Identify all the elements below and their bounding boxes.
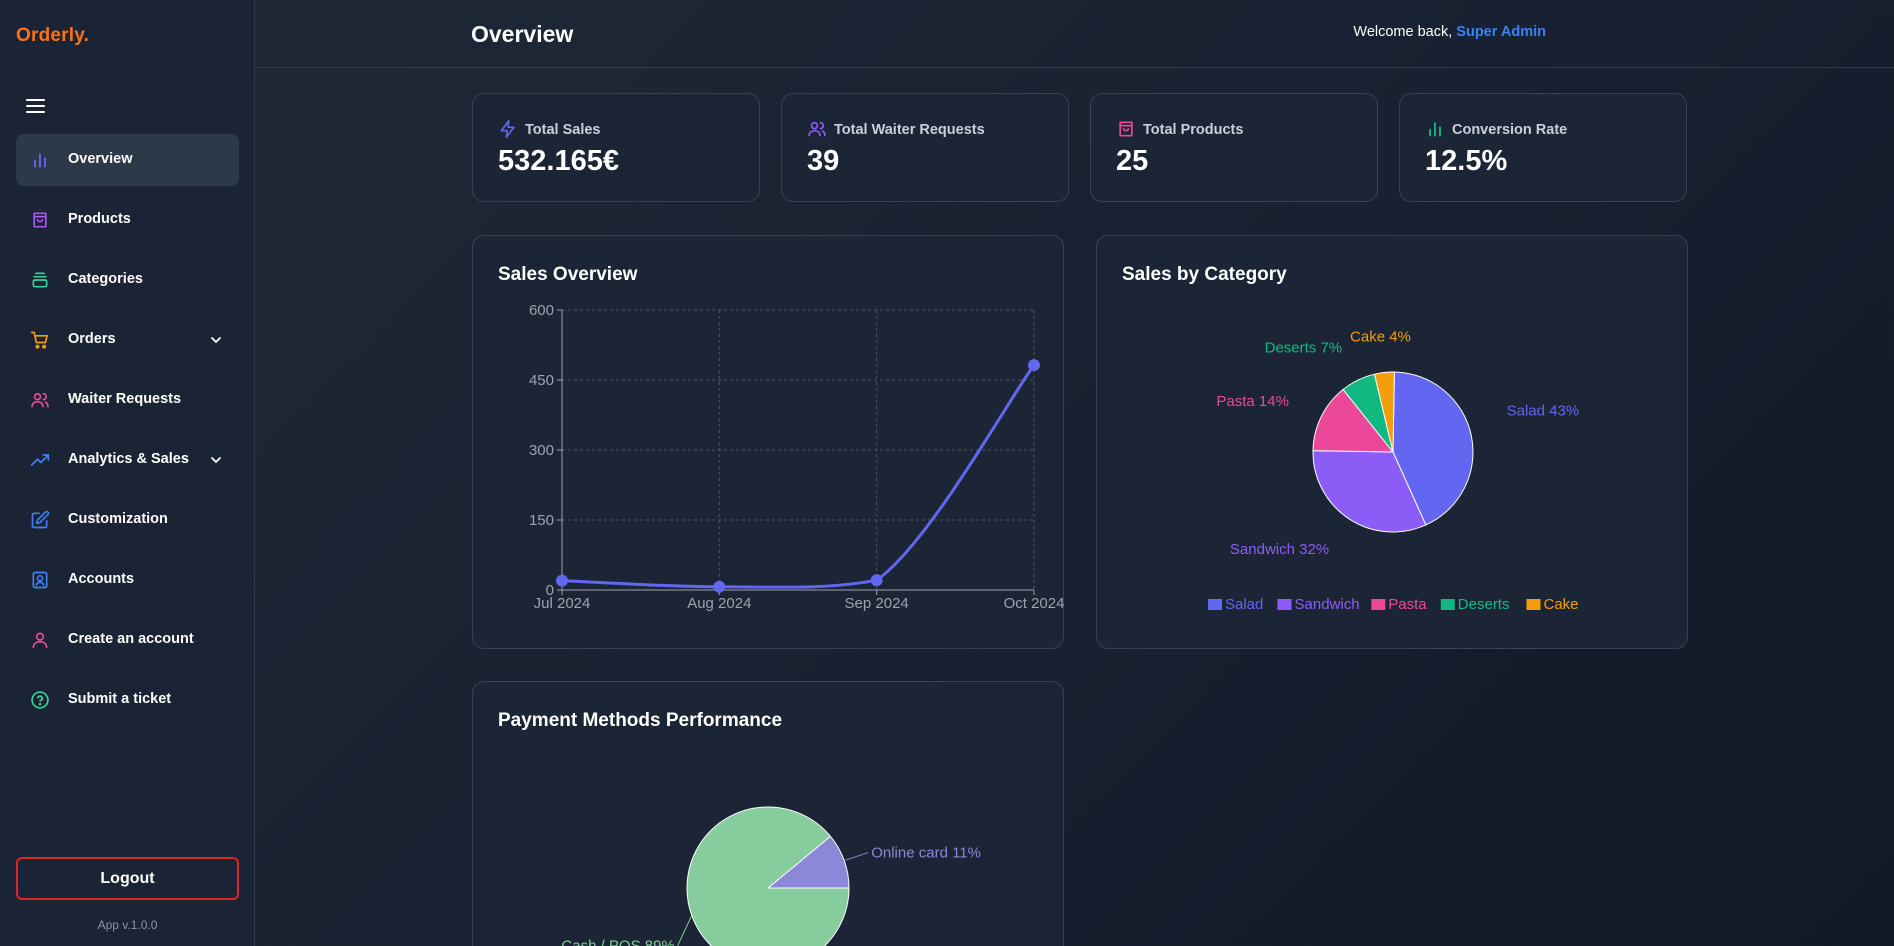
sales-by-category-pie-chart: Salad 43% Sandwich 32% Pasta 14% Deserts 7%… (1208, 329, 1580, 613)
data-point (713, 580, 726, 593)
sidebar: Orderly. Overview Products Categories Or… (0, 0, 255, 946)
legend-label: Cake (1544, 596, 1579, 613)
slice-leader-line (844, 852, 869, 862)
sales-by-category-panel: Sales by Category Salad 43% Sandwich 32% P… (1096, 235, 1688, 649)
slice-leader-line (677, 915, 693, 946)
series-line (561, 364, 1036, 589)
slice-label: Online card 11% (871, 845, 981, 862)
sidebar-item-label: Overview (68, 151, 133, 167)
sidebar-item-categories[interactable]: Categories (16, 254, 239, 306)
sales-overview-panel: Sales Overview 0 150 300 450 600 Jul 2024 Aug … (472, 235, 1064, 649)
sidebar-item-waiter-requests[interactable]: Waiter Requests (16, 374, 239, 426)
legend-swatch (1526, 599, 1541, 610)
legend-label: Pasta (1388, 596, 1427, 613)
stat-label: Total Waiter Requests (834, 122, 985, 138)
contact-icon (32, 571, 48, 589)
sidebar-item-label: Customization (68, 511, 168, 527)
x-tick-label: Aug 2024 (687, 595, 751, 612)
x-tick-label: Jul 2024 (534, 595, 591, 612)
users-icon (808, 121, 826, 137)
trending-up-icon (30, 454, 50, 466)
users-icon (31, 392, 49, 408)
app-logo[interactable]: Orderly. (16, 25, 89, 47)
x-tick-label: Oct 2024 (1004, 595, 1065, 612)
stat-value: 12.5% (1425, 145, 1508, 177)
legend-label: Deserts (1458, 596, 1510, 613)
stat-label: Conversion Rate (1452, 122, 1568, 138)
sidebar-item-label: Accounts (68, 571, 135, 587)
payment-methods-pie-chart: Online card 11% Cash / POS 89% (561, 806, 981, 946)
data-point (556, 574, 568, 587)
data-point (870, 574, 883, 587)
slice-label: Sandwich 32% (1230, 541, 1329, 558)
sidebar-item-label: Orders (68, 331, 116, 347)
user-name[interactable]: Super Admin (1456, 24, 1546, 40)
sidebar-item-submit-ticket[interactable]: Submit a ticket (16, 674, 239, 726)
sidebar-item-label: Products (68, 211, 131, 227)
stat-card-total-waiter-requests: Total Waiter Requests 39 (781, 93, 1069, 202)
page-title: Overview (471, 21, 574, 47)
y-tick-label: 300 (529, 442, 554, 459)
sidebar-item-create-account[interactable]: Create an account (16, 614, 239, 666)
stat-card-total-products: Total Products 25 (1090, 93, 1378, 202)
edit-icon (31, 510, 50, 529)
legend-label: Sandwich (1295, 596, 1360, 613)
slice-label: Pasta 14% (1216, 393, 1289, 410)
welcome-prefix: Welcome back, (1353, 24, 1453, 40)
slice-label: Deserts 7% (1265, 340, 1343, 357)
legend-label: Salad (1225, 596, 1263, 613)
sidebar-item-accounts[interactable]: Accounts (16, 554, 239, 606)
user-icon (32, 632, 48, 649)
stat-label: Total Sales (525, 122, 601, 138)
stat-card-total-sales: Total Sales 532.165€ (472, 93, 760, 202)
welcome-message: Welcome back, Super Admin (1353, 24, 1546, 40)
sidebar-item-label: Submit a ticket (68, 691, 172, 707)
sidebar-item-label: Waiter Requests (68, 391, 182, 407)
top-header: Overview Welcome back, Super Admin (256, 0, 1894, 68)
shopping-bag-icon (33, 212, 47, 228)
logout-button[interactable]: Logout (16, 857, 239, 900)
legend-swatch (1208, 599, 1222, 610)
shopping-bag-icon (1119, 121, 1133, 137)
stat-value: 25 (1116, 145, 1149, 177)
y-tick-label: 150 (529, 512, 554, 529)
menu-icon[interactable] (24, 96, 48, 116)
payment-methods-panel: Payment Methods Performance Online card … (472, 681, 1064, 946)
cart-icon (30, 331, 48, 349)
zap-icon (500, 119, 515, 139)
app-version: App v.1.0.0 (97, 918, 158, 932)
layers-icon (32, 272, 48, 288)
sidebar-item-label: Create an account (68, 631, 194, 647)
bar-chart-icon (1429, 122, 1441, 137)
sidebar-item-analytics-sales[interactable]: Analytics & Sales (16, 434, 239, 486)
sidebar-item-orders[interactable]: Orders (16, 314, 239, 366)
sidebar-item-overview[interactable]: Overview (16, 134, 239, 186)
x-tick-label: Sep 2024 (845, 595, 909, 612)
stat-label: Total Products (1143, 122, 1244, 138)
chevron-down-icon[interactable] (209, 453, 223, 467)
chevron-down-icon[interactable] (209, 333, 223, 347)
stat-value: 39 (807, 145, 840, 177)
slice-label: Cake 4% (1350, 329, 1411, 346)
stat-value: 532.165€ (498, 145, 619, 177)
slice-label: Salad 43% (1507, 403, 1580, 420)
y-tick-label: 600 (529, 302, 554, 319)
sales-line-chart: 0150300450600Jul 2024 Aug 2024 Sep 2024 Oct… (529, 302, 1065, 612)
sidebar-item-products[interactable]: Products (16, 194, 239, 246)
sidebar-item-label: Categories (68, 271, 143, 287)
help-circle-icon (31, 691, 49, 709)
legend-swatch (1440, 599, 1455, 610)
bar-chart-icon (34, 153, 46, 168)
y-tick-label: 450 (529, 372, 554, 389)
sidebar-item-label: Analytics & Sales (68, 451, 189, 467)
slice-label: Cash / POS 89% (561, 937, 674, 946)
data-point (1028, 359, 1040, 372)
legend-swatch (1277, 599, 1292, 610)
sidebar-item-customization[interactable]: Customization (16, 494, 239, 546)
stat-card-conversion-rate: Conversion Rate 12.5% (1399, 93, 1687, 202)
legend-swatch (1371, 599, 1386, 610)
